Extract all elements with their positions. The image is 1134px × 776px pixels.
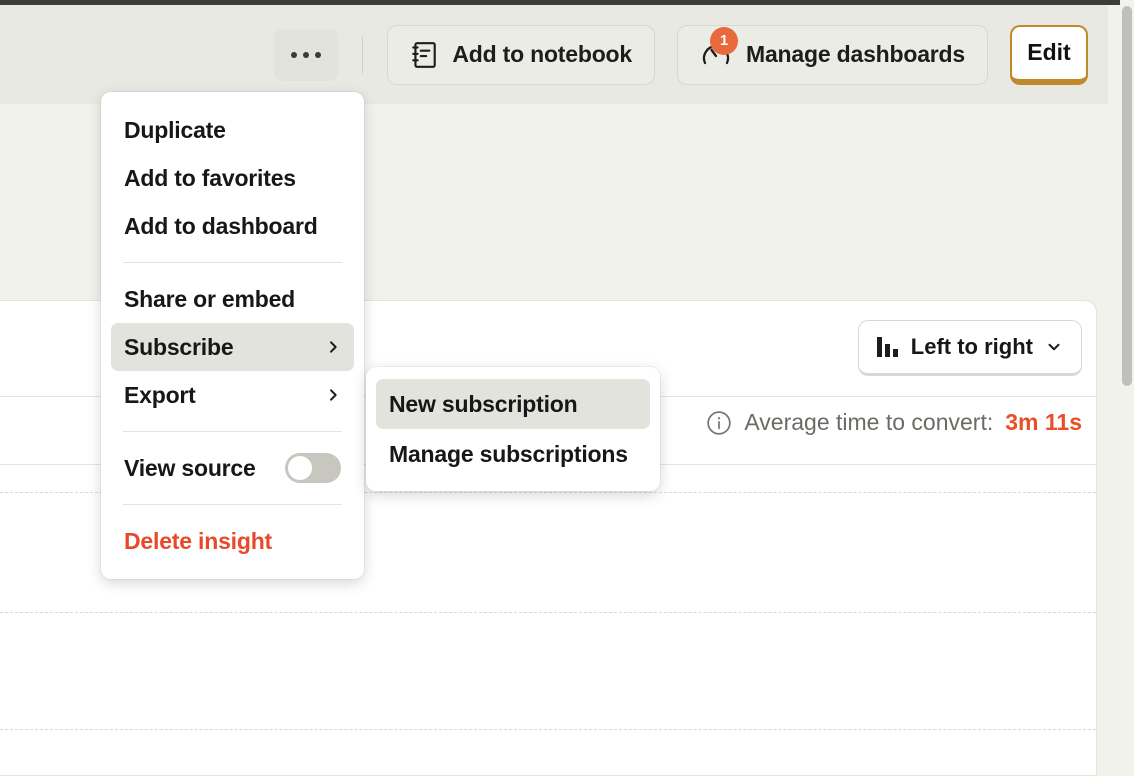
app-root: Left to right Average time to convert: 3… bbox=[0, 0, 1134, 776]
menu-item-subscribe[interactable]: Subscribe bbox=[111, 323, 354, 371]
menu-item-label: Duplicate bbox=[124, 116, 226, 143]
chart-gridline-3 bbox=[0, 729, 1096, 730]
add-to-notebook-button[interactable]: Add to notebook bbox=[387, 24, 655, 85]
view-source-toggle[interactable] bbox=[285, 453, 341, 483]
chevron-right-icon bbox=[330, 389, 337, 401]
menu-item-export[interactable]: Export bbox=[111, 371, 354, 419]
header-actions: Add to notebook 1 Manage dashboards Edit bbox=[274, 5, 1088, 104]
toggle-knob bbox=[288, 456, 312, 480]
info-icon bbox=[707, 410, 732, 435]
menu-item-share-or-embed[interactable]: Share or embed bbox=[111, 275, 354, 323]
kebab-dot bbox=[291, 51, 298, 58]
average-time-to-convert: Average time to convert: 3m 11s bbox=[706, 409, 1082, 436]
menu-separator bbox=[123, 504, 342, 505]
notebook-icon bbox=[412, 41, 437, 68]
header-divider bbox=[362, 35, 364, 74]
menu-item-label: Share or embed bbox=[124, 285, 296, 312]
menu-item-label: Add to favorites bbox=[124, 164, 296, 191]
header-bar: Add to notebook 1 Manage dashboards Edit bbox=[0, 5, 1108, 104]
bar-chart-icon bbox=[876, 337, 899, 357]
menu-item-label: Subscribe bbox=[124, 333, 234, 360]
average-time-label: Average time to convert: bbox=[744, 409, 994, 435]
submenu-item-new-subscription[interactable]: New subscription bbox=[376, 379, 650, 429]
chart-direction-label: Left to right bbox=[910, 334, 1033, 359]
menu-item-add-to-favorites[interactable]: Add to favorites bbox=[111, 154, 354, 202]
vertical-scrollbar-thumb[interactable] bbox=[1122, 6, 1132, 386]
kebab-dot bbox=[303, 51, 310, 58]
menu-item-view-source[interactable]: View source bbox=[111, 444, 354, 492]
edit-button[interactable]: Edit bbox=[1010, 24, 1088, 85]
menu-item-add-to-dashboard[interactable]: Add to dashboard bbox=[111, 202, 354, 250]
gauge-icon-wrapper: 1 bbox=[700, 26, 738, 71]
manage-dashboards-button[interactable]: 1 Manage dashboards bbox=[677, 24, 988, 85]
menu-item-delete-insight[interactable]: Delete insight bbox=[111, 517, 354, 565]
menu-separator bbox=[123, 431, 342, 432]
menu-item-label: Export bbox=[124, 381, 196, 408]
submenu-item-label: New subscription bbox=[389, 390, 578, 417]
kebab-dot bbox=[315, 51, 322, 58]
insight-options-menu: Duplicate Add to favorites Add to dashbo… bbox=[101, 92, 364, 579]
submenu-item-manage-subscriptions[interactable]: Manage subscriptions bbox=[376, 429, 650, 479]
menu-item-label: Delete insight bbox=[124, 527, 273, 554]
chart-direction-select[interactable]: Left to right bbox=[857, 320, 1082, 376]
chevron-right-icon bbox=[330, 341, 337, 353]
menu-item-label: View source bbox=[124, 454, 256, 481]
add-to-notebook-label: Add to notebook bbox=[452, 41, 632, 67]
submenu-item-label: Manage subscriptions bbox=[389, 440, 628, 467]
menu-separator bbox=[123, 262, 342, 263]
chart-gridline-2 bbox=[0, 612, 1096, 613]
vertical-scrollbar-track[interactable] bbox=[1120, 0, 1134, 776]
edit-label: Edit bbox=[1027, 39, 1071, 65]
menu-item-duplicate[interactable]: Duplicate bbox=[111, 106, 354, 154]
chevron-down-icon bbox=[1048, 343, 1060, 351]
subscribe-submenu: New subscription Manage subscriptions bbox=[366, 367, 660, 491]
manage-dashboards-badge: 1 bbox=[710, 26, 738, 55]
menu-item-label: Add to dashboard bbox=[124, 212, 318, 239]
more-options-button[interactable] bbox=[274, 28, 339, 81]
manage-dashboards-label: Manage dashboards bbox=[746, 41, 965, 67]
average-time-value: 3m 11s bbox=[1005, 409, 1082, 435]
